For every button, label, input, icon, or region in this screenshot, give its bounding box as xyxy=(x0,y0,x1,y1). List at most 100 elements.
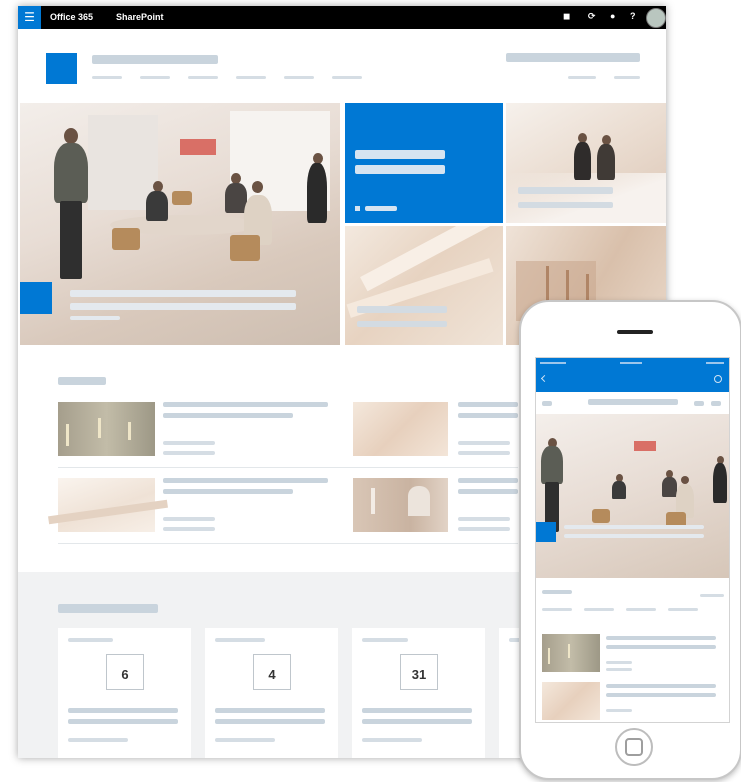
tile-title-placeholder xyxy=(357,306,447,313)
site-title-placeholder xyxy=(92,55,218,64)
search-box-placeholder[interactable] xyxy=(506,53,640,62)
mobile-news-thumbnail-1[interactable] xyxy=(542,634,600,672)
event-category-placeholder xyxy=(362,638,408,642)
event-day: 4 xyxy=(268,667,276,682)
mobile-hero-image[interactable] xyxy=(536,414,729,578)
event-title-placeholder-b xyxy=(215,719,325,724)
nav-link-2[interactable] xyxy=(140,76,170,79)
mobile-section-title-placeholder xyxy=(542,590,572,594)
hero-headline-placeholder xyxy=(70,290,296,297)
mobile-news-title-placeholder-2[interactable] xyxy=(606,684,716,688)
mobile-tab-3[interactable] xyxy=(626,608,656,611)
hero-tile-top-right[interactable] xyxy=(506,103,666,223)
mobile-hero-headline-placeholder xyxy=(564,525,704,529)
news-title-placeholder-1[interactable] xyxy=(163,402,328,407)
nav-link-1[interactable] xyxy=(92,76,122,79)
clock-placeholder xyxy=(620,362,642,364)
events-section-title-placeholder xyxy=(58,604,158,613)
news-divider-2 xyxy=(58,543,518,544)
news-title-placeholder-4[interactable] xyxy=(458,478,518,483)
event-title-placeholder xyxy=(362,708,472,713)
mobile-site-title-placeholder xyxy=(588,399,678,405)
mobile-see-all-placeholder[interactable] xyxy=(700,594,724,597)
event-category-placeholder xyxy=(215,638,265,642)
bullet-icon xyxy=(355,206,360,211)
mobile-logo-placeholder[interactable] xyxy=(542,401,552,406)
mobile-news-title-placeholder-1[interactable] xyxy=(606,636,716,640)
tile-title-placeholder-2 xyxy=(357,321,447,327)
carrier-signal-placeholder xyxy=(540,362,566,364)
mobile-tab-4[interactable] xyxy=(668,608,698,611)
news-title-placeholder-3[interactable] xyxy=(163,478,328,483)
news-thumbnail-4[interactable] xyxy=(353,478,448,532)
event-month-placeholder xyxy=(254,660,290,666)
mobile-news-thumbnail-2[interactable] xyxy=(542,682,600,720)
news-title-placeholder-2b xyxy=(458,413,518,418)
news-meta-placeholder-2b xyxy=(458,451,510,455)
news-thumbnail-2[interactable] xyxy=(353,402,448,456)
news-title-placeholder-4b xyxy=(458,489,518,494)
avatar[interactable] xyxy=(646,8,666,28)
news-meta-placeholder-4b xyxy=(458,527,510,531)
news-section-title-placeholder xyxy=(58,377,106,385)
highlight-title-placeholder-2 xyxy=(355,165,445,174)
hero-meta-placeholder xyxy=(70,316,120,320)
event-month-placeholder xyxy=(107,660,143,666)
event-meta-placeholder xyxy=(215,738,275,742)
mobile-sharepoint-screen xyxy=(535,357,730,723)
home-button-square-icon xyxy=(625,738,643,756)
news-meta-placeholder-1b xyxy=(163,451,215,455)
help-icon[interactable]: ? xyxy=(630,11,636,21)
mobile-news-title-placeholder-1b xyxy=(606,645,716,649)
event-month-placeholder xyxy=(401,660,437,666)
hero-main-image[interactable] xyxy=(20,103,340,345)
event-day: 6 xyxy=(121,667,129,682)
news-title-placeholder-2[interactable] xyxy=(458,402,518,407)
nav-link-3[interactable] xyxy=(188,76,218,79)
news-divider xyxy=(58,467,518,468)
mobile-status-bar xyxy=(536,358,729,392)
hero-headline-placeholder-2 xyxy=(70,303,296,310)
site-logo[interactable] xyxy=(46,53,77,84)
battery-icon xyxy=(706,362,724,364)
hero-tile-bottom-middle[interactable] xyxy=(345,226,503,345)
suite-bar: ☰ Office 365 SharePoint ◼ ⟳ ● ? xyxy=(18,6,666,29)
mobile-hero-accent-square xyxy=(536,522,556,542)
event-day: 31 xyxy=(411,667,427,682)
office365-brand[interactable]: Office 365 xyxy=(50,12,93,22)
event-card-1[interactable]: 6 xyxy=(58,628,191,758)
event-title-placeholder-b xyxy=(362,719,472,724)
app-launcher-waffle-icon[interactable]: ☰ xyxy=(18,6,41,29)
mobile-action-1[interactable] xyxy=(694,401,704,406)
settings-icon[interactable]: ⟳ xyxy=(588,11,596,22)
notification-icon[interactable]: ◼ xyxy=(563,11,570,22)
mobile-tab-1[interactable] xyxy=(542,608,572,611)
mobile-tab-2[interactable] xyxy=(584,608,614,611)
header-action-2[interactable] xyxy=(614,76,640,79)
event-date-box: 6 xyxy=(106,654,144,690)
tile-title-placeholder xyxy=(518,187,613,194)
nav-link-6[interactable] xyxy=(332,76,362,79)
event-date-box: 31 xyxy=(400,654,438,690)
mobile-hero-headline-placeholder-2 xyxy=(564,534,704,538)
highlight-link-placeholder[interactable] xyxy=(365,206,397,211)
event-meta-placeholder xyxy=(68,738,128,742)
header-action-1[interactable] xyxy=(568,76,596,79)
tile-title-placeholder-2 xyxy=(518,202,613,208)
nav-link-4[interactable] xyxy=(236,76,266,79)
search-icon[interactable] xyxy=(714,375,722,383)
gear-icon[interactable]: ● xyxy=(610,11,615,21)
nav-link-5[interactable] xyxy=(284,76,314,79)
sharepoint-app-name[interactable]: SharePoint xyxy=(116,12,164,22)
news-thumbnail-3[interactable] xyxy=(48,478,168,532)
hero-highlight-tile[interactable] xyxy=(345,103,503,223)
news-thumbnail-1[interactable] xyxy=(58,402,155,456)
phone-home-button[interactable] xyxy=(615,728,653,766)
news-title-placeholder-3b xyxy=(163,489,293,494)
event-card-2[interactable]: 4 xyxy=(205,628,338,758)
highlight-title-placeholder xyxy=(355,150,445,159)
back-arrow-icon[interactable] xyxy=(540,374,549,383)
event-card-3[interactable]: 31 xyxy=(352,628,485,758)
news-meta-placeholder-1 xyxy=(163,441,215,445)
mobile-action-2[interactable] xyxy=(711,401,721,406)
